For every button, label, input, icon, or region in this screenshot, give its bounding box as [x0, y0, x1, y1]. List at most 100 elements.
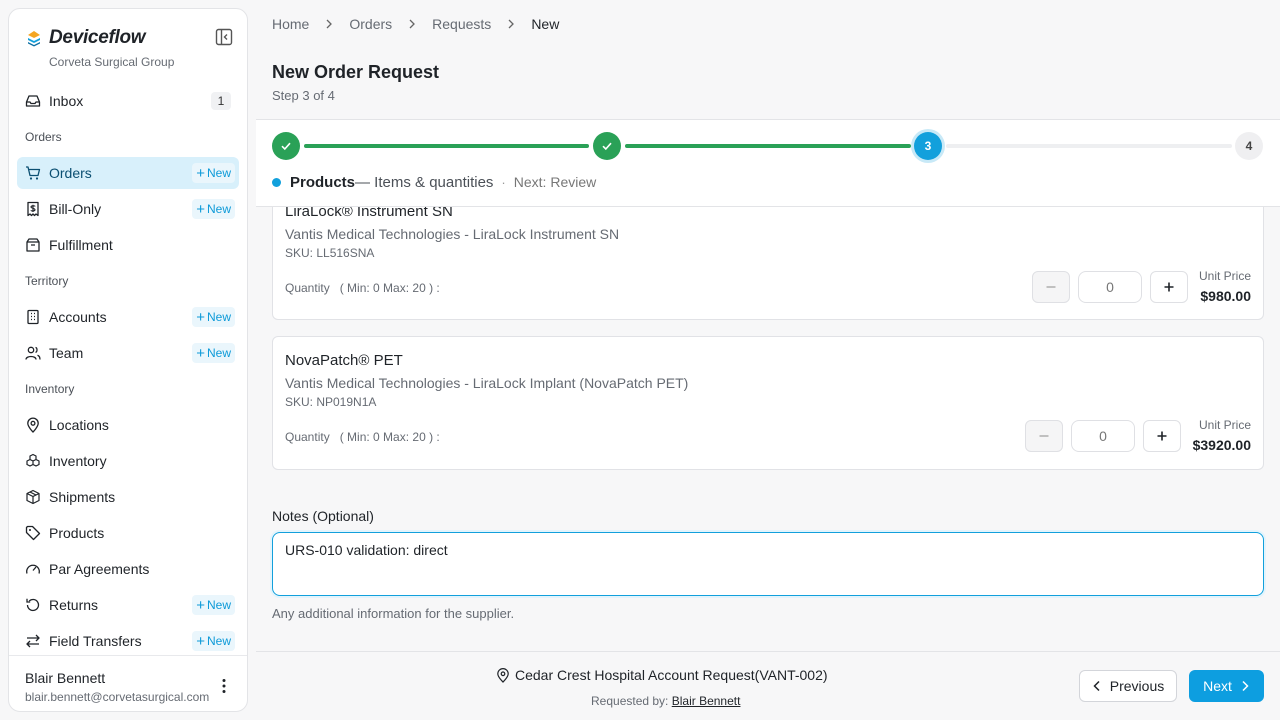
new-field-transfer-button[interactable]: + New	[192, 631, 235, 651]
package-open-icon	[25, 237, 41, 253]
step-caption-title: Products	[290, 173, 356, 191]
products-list: LiraLock® Instrument SN Vantis Medical T…	[256, 207, 1280, 651]
sidebar-item-orders[interactable]: Orders + New	[17, 157, 239, 189]
sidebar-item-label: Products	[49, 525, 105, 541]
notes-label: Notes (Optional)	[272, 508, 374, 524]
previous-button[interactable]: Previous	[1079, 670, 1177, 702]
collapse-sidebar-icon[interactable]	[215, 28, 233, 46]
breadcrumb: Home Orders Requests New	[272, 14, 559, 34]
map-pin-check-icon	[497, 667, 509, 683]
boxes-icon	[25, 453, 41, 469]
check-icon	[281, 142, 291, 151]
step-4-pending: 4	[1235, 132, 1263, 160]
new-return-button[interactable]: + New	[192, 595, 235, 615]
decrease-quantity-button[interactable]	[1032, 271, 1070, 303]
map-pin-icon	[25, 417, 41, 433]
step-caption: Products — Items & quantities · Next: Re…	[272, 172, 596, 192]
brand-name: Deviceflow	[49, 27, 146, 48]
sidebar-item-returns[interactable]: Returns + New	[17, 589, 239, 621]
quantity-input[interactable]	[1071, 420, 1135, 452]
sidebar-item-bill-only[interactable]: Bill-Only + New	[17, 193, 239, 225]
sidebar-item-inventory[interactable]: Inventory	[17, 445, 239, 477]
quantity-input[interactable]	[1078, 271, 1142, 303]
plus-icon: +	[196, 164, 205, 182]
current-step-dot	[272, 177, 281, 187]
product-card: LiraLock® Instrument SN Vantis Medical T…	[272, 207, 1264, 320]
brand[interactable]: Deviceflow	[25, 27, 146, 49]
minus-icon	[1039, 435, 1049, 437]
section-territory: Territory	[25, 274, 69, 288]
user-name: Blair Bennett	[25, 670, 106, 686]
user-panel: Blair Bennett blair.bennett@corvetasurgi…	[9, 655, 247, 711]
increase-quantity-button[interactable]	[1150, 271, 1188, 303]
sidebar-item-team[interactable]: Team + New	[17, 337, 239, 369]
unit-price-label: Unit Price	[1198, 418, 1251, 432]
product-name: LiraLock® Instrument SN	[285, 207, 453, 220]
sidebar-item-inbox[interactable]: Inbox 1	[17, 85, 239, 117]
plus-icon	[1164, 282, 1174, 292]
sidebar-item-label: Inventory	[49, 453, 107, 469]
inbox-count-badge: 1	[211, 92, 231, 110]
user-email: blair.bennett@corvetasurgical.com	[25, 690, 210, 704]
org-name: Corveta Surgical Group	[49, 55, 175, 69]
plus-icon: +	[196, 200, 205, 218]
chevron-right-icon	[326, 19, 333, 29]
new-account-button[interactable]: + New	[192, 307, 235, 327]
sidebar-item-label: Shipments	[49, 489, 116, 505]
sidebar-item-accounts[interactable]: Accounts + New	[17, 301, 239, 333]
sidebar-item-fulfillment[interactable]: Fulfillment	[17, 229, 239, 261]
new-bill-only-button[interactable]: + New	[192, 199, 235, 219]
chevron-right-icon	[1242, 680, 1249, 692]
decrease-quantity-button[interactable]	[1025, 420, 1063, 452]
sidebar-item-products[interactable]: Products	[17, 517, 239, 549]
unit-price-label: Unit Price	[1198, 269, 1251, 283]
account-request-info: Cedar Crest Hospital Account Request(VAN…	[496, 666, 828, 684]
sidebar-item-locations[interactable]: Locations	[17, 409, 239, 441]
sidebar-item-field-transfers[interactable]: Field Transfers + New	[17, 625, 239, 657]
step-caption-separator: ·	[501, 174, 506, 190]
rotate-ccw-icon	[25, 597, 41, 613]
new-order-button[interactable]: + New	[192, 163, 235, 183]
product-sku: SKU: LL516SNA	[285, 246, 375, 260]
increase-quantity-button[interactable]	[1143, 420, 1181, 452]
package-icon	[25, 489, 41, 505]
sidebar-item-par-agreements[interactable]: Par Agreements	[17, 553, 239, 585]
sidebar-item-label: Team	[49, 345, 84, 361]
next-button[interactable]: Next	[1189, 670, 1264, 702]
sidebar-item-label: Inbox	[49, 93, 84, 109]
sidebar: Deviceflow Corveta Surgical Group Inbox …	[8, 8, 248, 712]
sidebar-item-label: Par Agreements	[49, 561, 150, 577]
notes-textarea[interactable]: URS-010 validation: direct	[272, 532, 1264, 596]
users-icon	[25, 345, 41, 361]
step-3-current: 3	[914, 132, 942, 160]
check-icon	[602, 142, 612, 151]
chevron-right-icon	[409, 19, 416, 29]
sidebar-item-label: Bill-Only	[49, 201, 102, 217]
product-vendor: Vantis Medical Technologies - LiraLock I…	[285, 375, 689, 391]
sidebar-item-label: Locations	[49, 417, 109, 433]
step-1-complete[interactable]	[272, 132, 300, 160]
step-connector	[304, 144, 589, 148]
sidebar-item-label: Orders	[49, 165, 92, 181]
plus-icon: +	[196, 344, 205, 362]
step-connector	[625, 144, 911, 148]
breadcrumb-home[interactable]: Home	[272, 16, 309, 32]
requested-by: Requested by: Blair Bennett	[591, 694, 741, 708]
step-2-complete[interactable]	[593, 132, 621, 160]
breadcrumb-orders[interactable]: Orders	[349, 16, 392, 32]
step-caption-next: Next: Review	[513, 174, 597, 190]
step-connector	[946, 144, 1232, 148]
gauge-icon	[25, 561, 41, 577]
sidebar-item-shipments[interactable]: Shipments	[17, 481, 239, 513]
stepper: 3 4 Products — Items & quantities · Next…	[256, 119, 1280, 207]
breadcrumb-requests[interactable]: Requests	[432, 16, 491, 32]
page-title: New Order Request	[272, 62, 440, 82]
requested-by-user-link[interactable]: Blair Bennett	[672, 694, 741, 708]
more-vertical-icon[interactable]	[217, 678, 231, 694]
new-team-member-button[interactable]: + New	[192, 343, 235, 363]
receipt-dollar-icon	[25, 201, 41, 217]
minus-icon	[1046, 286, 1056, 288]
quantity-label: Quantity ( Min: 0 Max: 20 ) :	[285, 281, 440, 295]
notes-help-text: Any additional information for the suppl…	[272, 606, 515, 621]
plus-icon: +	[196, 596, 205, 614]
